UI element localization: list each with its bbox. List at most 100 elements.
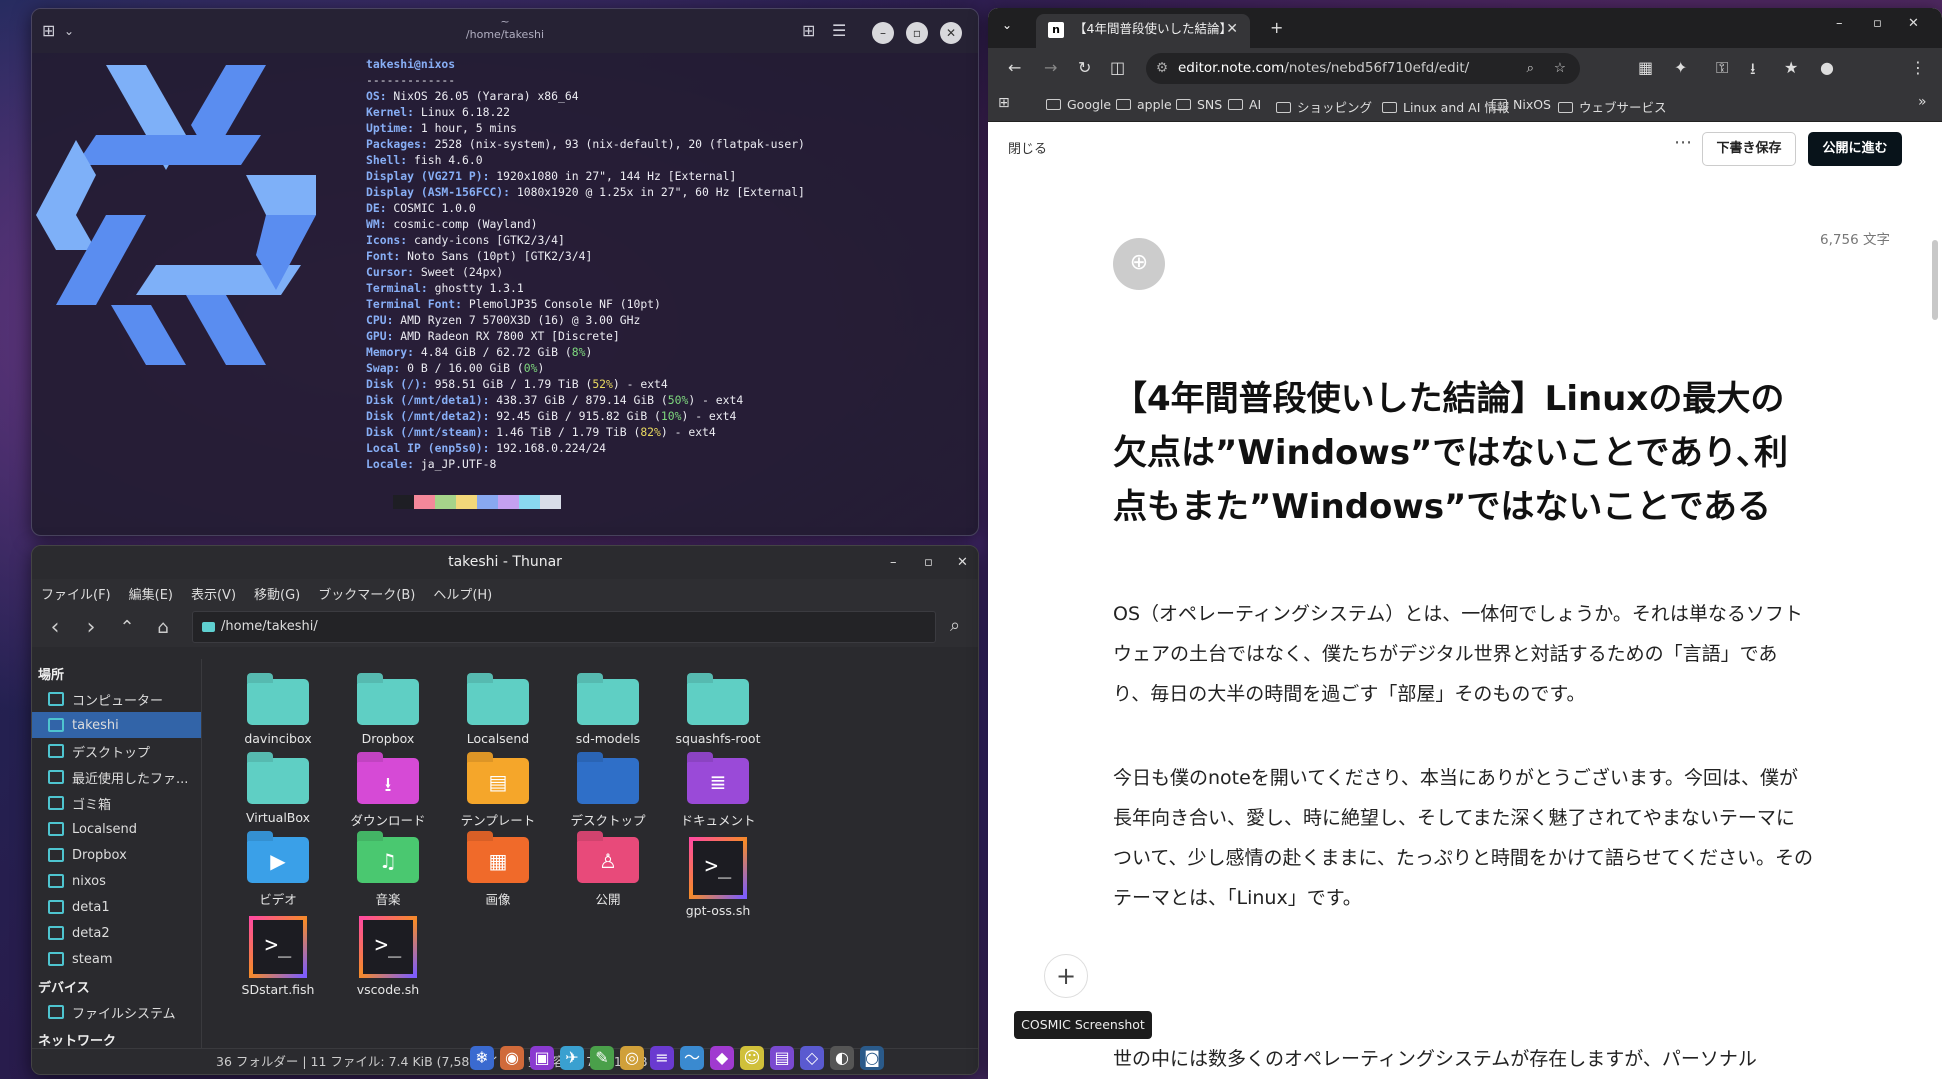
file-item[interactable]: ▦ 画像 bbox=[438, 837, 558, 908]
back-icon[interactable]: ← bbox=[1008, 58, 1021, 77]
sidebar-item[interactable]: nixos bbox=[32, 868, 201, 894]
site-info-icon[interactable]: ⚙ bbox=[1156, 53, 1168, 84]
sidebar-item[interactable]: takeshi bbox=[32, 712, 201, 738]
file-item[interactable]: VirtualBox bbox=[218, 758, 338, 825]
tab-note-editor[interactable]: n 【4年間普段使いした結論】 ✕ bbox=[1036, 14, 1250, 48]
app-icon[interactable]: ✎ bbox=[590, 1046, 614, 1070]
terminal-window[interactable]: ⊞ ⌄ ~/home/takeshi ⊞ ☰ – ▫ ✕ takeshi@nix… bbox=[31, 8, 979, 536]
more-options-icon[interactable]: ⋯ bbox=[1674, 132, 1692, 153]
file-item[interactable]: squashfs-root bbox=[658, 679, 778, 746]
file-item[interactable]: Dropbox bbox=[328, 679, 448, 746]
location-bar[interactable]: /home/takeshi/ bbox=[192, 611, 936, 643]
zoom-icon[interactable]: ⌕ bbox=[1526, 53, 1534, 84]
tab-list-icon[interactable]: ⌄ bbox=[1002, 18, 1012, 32]
address-bar[interactable]: ⚙ editor.note.com/notes/nebd56f710efd/edi… bbox=[1146, 53, 1580, 84]
menu-item[interactable]: 表示(V) bbox=[191, 584, 236, 603]
terminal-titlebar[interactable]: ⊞ ⌄ ~/home/takeshi ⊞ ☰ – ▫ ✕ bbox=[32, 9, 978, 53]
bookmark-folder[interactable]: ウェブサービス bbox=[1558, 97, 1667, 116]
file-item[interactable]: >_ vscode.sh bbox=[328, 916, 448, 997]
app-icon[interactable]: 〜 bbox=[680, 1046, 704, 1070]
file-item[interactable]: ♫ 音楽 bbox=[328, 837, 448, 908]
app-icon[interactable]: ≡ bbox=[650, 1046, 674, 1070]
file-item[interactable]: ≣ ドキュメント bbox=[658, 758, 778, 829]
bookmark-folder[interactable]: apple bbox=[1116, 97, 1172, 112]
file-item[interactable]: ▶ ビデオ bbox=[218, 837, 338, 908]
add-image-button[interactable]: ⊕ bbox=[1113, 238, 1165, 290]
maximize-button[interactable]: ▫ bbox=[924, 546, 933, 579]
bookmark-folder[interactable]: NixOS bbox=[1492, 97, 1551, 112]
app-icon[interactable]: ▤ bbox=[770, 1046, 794, 1070]
bookmark-folder[interactable]: Linux and AI 情報 bbox=[1382, 97, 1509, 116]
key-icon[interactable]: ⚿ bbox=[1716, 58, 1728, 78]
close-link[interactable]: 閉じる bbox=[1008, 138, 1047, 157]
sidebar-item[interactable]: デスクトップ bbox=[32, 738, 201, 764]
file-item[interactable]: >_ gpt-oss.sh bbox=[658, 837, 778, 918]
back-icon[interactable]: ‹ bbox=[44, 615, 66, 640]
download-icon[interactable]: ⭳ bbox=[1750, 58, 1756, 85]
insert-block-button[interactable]: + bbox=[1044, 954, 1088, 998]
thunar-window[interactable]: takeshi - Thunar – ▫ ✕ ファイル(F) 編集(E) 表示(V)… bbox=[31, 545, 979, 1075]
bookmark-folder[interactable]: AI bbox=[1228, 97, 1261, 112]
file-item[interactable]: davincibox bbox=[218, 679, 338, 746]
bookmark-star-icon[interactable]: ☆ bbox=[1554, 53, 1566, 84]
file-item[interactable]: ▤ テンプレート bbox=[438, 758, 558, 829]
close-tab-icon[interactable]: ✕ bbox=[1226, 14, 1238, 44]
sidebar-item[interactable]: deta1 bbox=[32, 894, 201, 920]
paragraph-2[interactable]: 今日も僕のnoteを開いてくださり、本当にありがとうございます。今回は、僕が長年… bbox=[1113, 758, 1813, 918]
forward-icon[interactable]: › bbox=[80, 615, 102, 640]
file-item[interactable]: sd-models bbox=[548, 679, 668, 746]
grid-icon[interactable]: ⊞ bbox=[802, 21, 815, 40]
minimize-button[interactable]: – bbox=[1836, 16, 1843, 31]
screenshot-icon[interactable]: ◙ bbox=[860, 1046, 884, 1070]
app-icon[interactable]: ☺ bbox=[740, 1046, 764, 1070]
file-item[interactable]: >_ SDstart.fish bbox=[218, 916, 338, 997]
paragraph-1[interactable]: OS（オペレーティングシステム）とは、一体何でしょうか。それは単なるソフトウェア… bbox=[1113, 594, 1813, 714]
publish-button[interactable]: 公開に進む bbox=[1808, 132, 1902, 166]
file-item[interactable]: ♙ 公開 bbox=[548, 837, 668, 908]
close-button[interactable]: ✕ bbox=[940, 22, 962, 44]
app-icon[interactable]: ▣ bbox=[530, 1046, 554, 1070]
sidebar-item[interactable]: steam bbox=[32, 946, 201, 972]
forward-icon[interactable]: → bbox=[1044, 58, 1057, 77]
save-draft-button[interactable]: 下書き保存 bbox=[1702, 132, 1796, 166]
sidebar-item[interactable]: 最近使用したファ... bbox=[32, 764, 201, 790]
menu-item[interactable]: ファイル(F) bbox=[41, 584, 111, 603]
close-button[interactable]: ✕ bbox=[1908, 16, 1919, 31]
sidebar-item[interactable]: Dropbox bbox=[32, 842, 201, 868]
more-bookmarks-icon[interactable]: » bbox=[1918, 94, 1927, 110]
menu-item[interactable]: ヘルプ(H) bbox=[433, 584, 492, 603]
sidebar-item[interactable]: Localsend bbox=[32, 816, 201, 842]
bookmark-folder[interactable]: SNS bbox=[1176, 97, 1222, 112]
bookmarks-icon[interactable]: ★ bbox=[1784, 58, 1798, 77]
app-icon[interactable]: ❄ bbox=[470, 1046, 494, 1070]
up-icon[interactable]: ⌃ bbox=[116, 617, 138, 638]
menu-item[interactable]: 編集(E) bbox=[129, 584, 173, 603]
bookmark-folder[interactable]: ショッピング bbox=[1276, 97, 1372, 116]
search-icon[interactable]: ⌕ bbox=[944, 615, 966, 636]
qr-icon[interactable]: ▦ bbox=[1638, 58, 1653, 77]
menu-item[interactable]: ブックマーク(B) bbox=[318, 584, 415, 603]
more-menu-icon[interactable]: ⋮ bbox=[1910, 58, 1926, 77]
app-icon[interactable]: ✈ bbox=[560, 1046, 584, 1070]
reload-icon[interactable]: ↻ bbox=[1078, 58, 1091, 77]
sidebar-item[interactable]: コンピューター bbox=[32, 686, 201, 712]
minimize-button[interactable]: – bbox=[890, 546, 897, 579]
menu-icon[interactable]: ☰ bbox=[832, 21, 846, 40]
file-item[interactable]: ⭳ ダウンロード bbox=[328, 758, 448, 829]
maximize-button[interactable]: ▫ bbox=[906, 22, 928, 44]
app-icon[interactable]: ◐ bbox=[830, 1046, 854, 1070]
new-tab-icon[interactable]: + bbox=[1270, 18, 1283, 37]
close-button[interactable]: ✕ bbox=[957, 546, 968, 579]
apps-icon[interactable]: ⊞ bbox=[998, 95, 1010, 111]
article-title[interactable]: 【4年間普段使いした結論】Linuxの最大の欠点は”Windows”ではないこと… bbox=[1113, 372, 1813, 534]
app-icon[interactable]: ◉ bbox=[500, 1046, 524, 1070]
avatar[interactable]: ● bbox=[1820, 58, 1834, 77]
split-view-icon[interactable]: ◫ bbox=[1110, 58, 1125, 77]
home-icon[interactable]: ⌂ bbox=[152, 617, 174, 638]
file-item[interactable]: Localsend bbox=[438, 679, 558, 746]
file-item[interactable]: デスクトップ bbox=[548, 758, 668, 829]
maximize-button[interactable]: ▫ bbox=[1873, 16, 1882, 31]
menu-item[interactable]: 移動(G) bbox=[254, 584, 300, 603]
extensions-icon[interactable]: ✦ bbox=[1674, 58, 1687, 77]
paragraph-3[interactable]: 世の中には数多くのオペレーティングシステムが存在しますが、パーソナル bbox=[1113, 1039, 1813, 1079]
